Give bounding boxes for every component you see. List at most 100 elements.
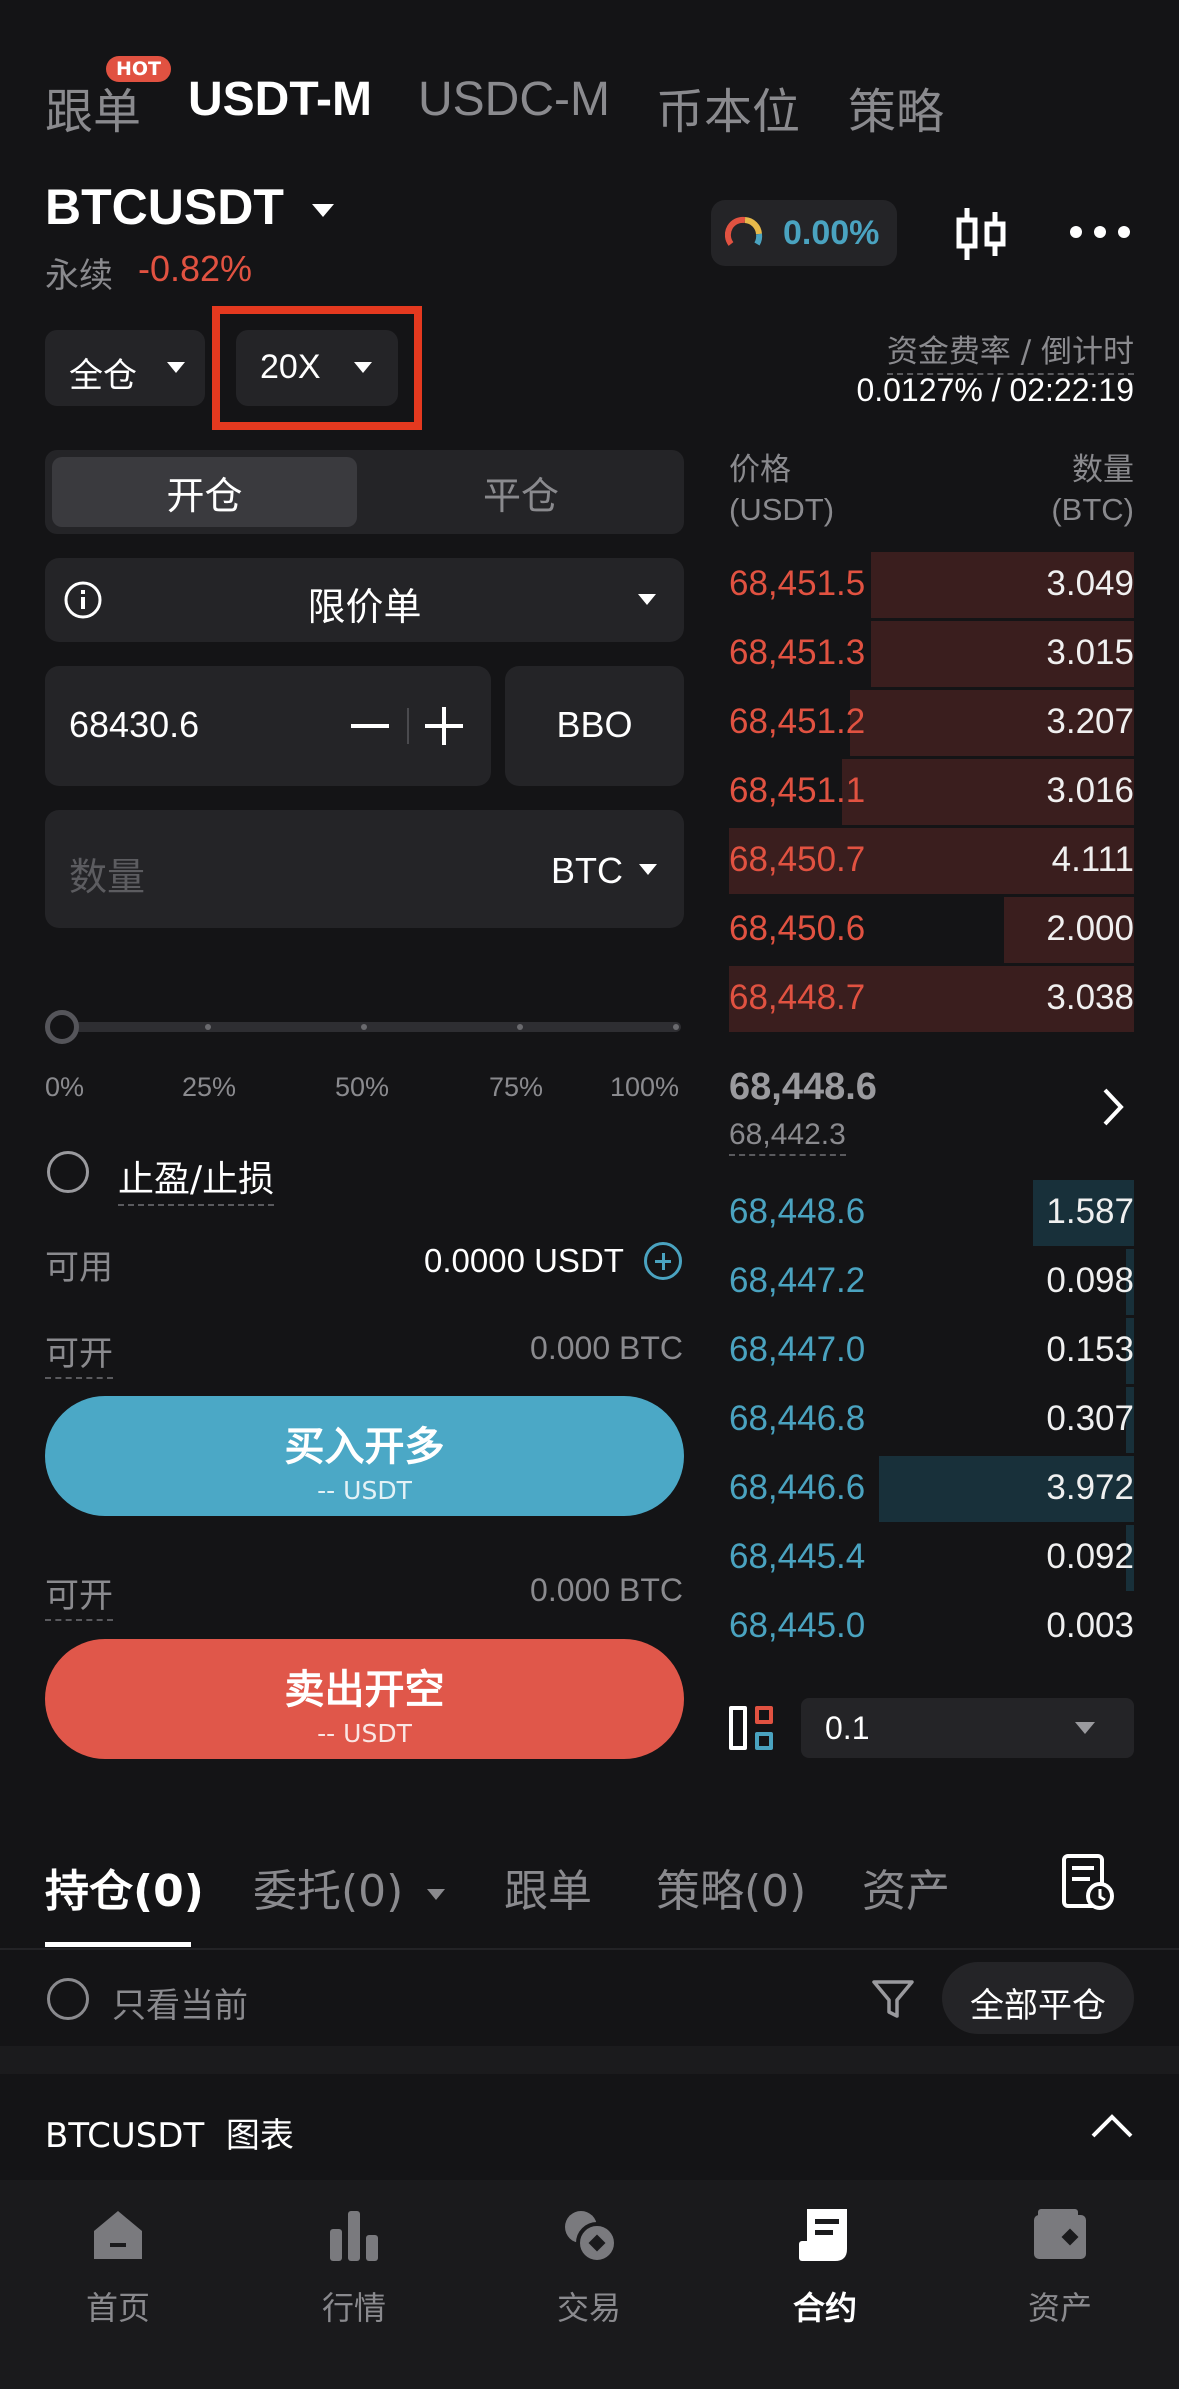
bid-row[interactable]: 68,446.6 3.972: [729, 1456, 1134, 1522]
minus-icon[interactable]: [351, 724, 389, 728]
orderbook-price-header: 价格 (USDT): [729, 450, 834, 530]
order-type-dropdown[interactable]: 限价单: [45, 558, 684, 642]
orderbook-qty-header: 数量 (BTC): [1051, 450, 1134, 530]
quantity-input[interactable]: 数量 BTC: [45, 810, 684, 928]
quantity-unit[interactable]: BTC: [551, 850, 623, 892]
chevron-right-icon[interactable]: [1100, 1086, 1126, 1128]
ask-row[interactable]: 68,448.7 3.038: [729, 966, 1134, 1032]
wallet-icon: [1034, 2209, 1086, 2259]
filter-icon[interactable]: [870, 1976, 916, 2022]
ask-price: 68,448.7: [729, 978, 866, 1017]
precision-dropdown[interactable]: 0.1: [801, 1698, 1134, 1758]
tab-coin-m[interactable]: 币本位: [656, 72, 800, 142]
more-options-icon[interactable]: [1070, 226, 1130, 240]
nav-trade[interactable]: 交易: [509, 2205, 669, 2329]
bid-qty: 0.153: [1046, 1330, 1134, 1369]
stepper-divider: [407, 708, 409, 744]
home-icon: [94, 2211, 142, 2259]
qty-header: 数量: [1072, 452, 1134, 488]
tab-copy-orders[interactable]: 跟单: [504, 1855, 592, 1919]
bid-qty: 0.092: [1046, 1537, 1134, 1576]
nav-home[interactable]: 首页: [38, 2205, 198, 2329]
chevron-down-icon: [639, 864, 657, 875]
tab-assets[interactable]: 资产: [862, 1855, 950, 1919]
price-input[interactable]: 68430.6: [45, 666, 491, 786]
order-history-icon[interactable]: [1060, 1852, 1116, 1912]
orderbook-layout-icon[interactable]: [729, 1702, 779, 1752]
slider-handle[interactable]: [45, 1010, 79, 1044]
tab-positions[interactable]: 持仓(0): [45, 1855, 204, 1919]
tab-usdc-m[interactable]: USDC-M: [418, 72, 610, 127]
tab-usdt-m[interactable]: USDT-M: [188, 72, 372, 127]
plus-icon-vertical: [442, 707, 446, 745]
sell-short-button[interactable]: 卖出开空 -- USDT: [45, 1639, 684, 1759]
tp-sl-radio[interactable]: [47, 1151, 89, 1193]
bid-row[interactable]: 68,446.8 0.307: [729, 1387, 1134, 1453]
nav-futures[interactable]: 合约: [745, 2205, 905, 2329]
transfer-plus-icon[interactable]: [644, 1242, 682, 1280]
price-input-value: 68430.6: [69, 704, 200, 745]
tabs-divider: [0, 1948, 1179, 1950]
tp-sl-label[interactable]: 止盈/止损: [118, 1150, 275, 1206]
bbo-button[interactable]: BBO: [505, 666, 684, 786]
can-open-long-label[interactable]: 可开: [45, 1326, 113, 1379]
bid-row[interactable]: 68,448.6 1.587: [729, 1180, 1134, 1246]
bid-row[interactable]: 68,445.0 0.003: [729, 1594, 1134, 1660]
margin-mode-label: 全仓: [69, 356, 137, 396]
bbo-label: BBO: [556, 704, 633, 745]
change-percent: -0.82%: [138, 248, 253, 289]
bid-row[interactable]: 68,447.0 0.153: [729, 1318, 1134, 1384]
slider-tick-50: 50%: [335, 1072, 390, 1102]
market-icon: [330, 2211, 378, 2261]
ask-row[interactable]: 68,451.2 3.207: [729, 690, 1134, 756]
sentiment-gauge[interactable]: 0.00%: [711, 200, 897, 266]
bid-row[interactable]: 68,445.4 0.092: [729, 1525, 1134, 1591]
close-all-button[interactable]: 全部平仓: [942, 1962, 1134, 2034]
can-open-short-label[interactable]: 可开: [45, 1568, 113, 1621]
ask-row[interactable]: 68,451.3 3.015: [729, 621, 1134, 687]
open-close-segment: 开仓 平仓: [45, 450, 684, 534]
nav-market[interactable]: 行情: [274, 2205, 434, 2329]
nav-assets[interactable]: 资产: [980, 2205, 1140, 2329]
funding-rate-value: 0.0127% / 02:22:19: [856, 372, 1134, 408]
nav-futures-label: 合约: [792, 2289, 857, 2327]
slider-tick-25: 25%: [182, 1072, 237, 1102]
contract-type: 永续: [45, 256, 113, 296]
ask-row[interactable]: 68,450.6 2.000: [729, 897, 1134, 963]
sell-short-sub: -- USDT: [317, 1719, 412, 1748]
bid-price: 68,445.0: [729, 1606, 866, 1645]
ask-row[interactable]: 68,451.1 3.016: [729, 759, 1134, 825]
ask-row[interactable]: 68,451.5 3.049: [729, 552, 1134, 618]
section-divider: [0, 2046, 1179, 2074]
leverage-dropdown[interactable]: 20X: [236, 330, 398, 406]
chevron-up-icon[interactable]: [1090, 2112, 1134, 2140]
ask-row[interactable]: 68,450.7 4.111: [729, 828, 1134, 894]
chevron-down-icon: [427, 1888, 446, 1900]
mark-price[interactable]: 68,442.3: [729, 1118, 846, 1156]
available-label: 可用: [45, 1248, 113, 1288]
bid-qty: 0.307: [1046, 1399, 1134, 1438]
buy-long-button[interactable]: 买入开多 -- USDT: [45, 1396, 684, 1516]
ask-qty: 2.000: [1046, 909, 1134, 948]
slider-tick-0: 0%: [45, 1072, 85, 1102]
margin-mode-dropdown[interactable]: 全仓: [45, 330, 205, 406]
bid-row[interactable]: 68,447.2 0.098: [729, 1249, 1134, 1315]
tab-strategy[interactable]: 策略: [848, 72, 944, 142]
sell-short-label: 卖出开空: [284, 1667, 445, 1713]
ask-price: 68,450.7: [729, 840, 866, 879]
symbol-selector[interactable]: BTCUSDT: [45, 178, 334, 236]
buy-long-sub: -- USDT: [317, 1476, 412, 1505]
only-current-radio[interactable]: [47, 1978, 89, 2020]
tab-strategy-orders[interactable]: 策略(0): [656, 1855, 806, 1919]
gauge-value: 0.00%: [783, 214, 880, 252]
tab-copy-trade[interactable]: 跟单: [45, 72, 141, 142]
price-header: 价格: [729, 452, 791, 488]
tab-close-position[interactable]: 平仓: [365, 457, 677, 527]
tab-orders[interactable]: 委托(0): [253, 1855, 446, 1919]
amount-slider[interactable]: [45, 1010, 684, 1044]
candlestick-chart-icon[interactable]: [954, 206, 1008, 262]
tab-open-position[interactable]: 开仓: [52, 457, 357, 527]
last-price: 68,448.6: [729, 1066, 877, 1108]
chart-section-title[interactable]: BTCUSDT 图表: [45, 2108, 294, 2157]
funding-rate-label[interactable]: 资金费率 / 倒计时: [886, 326, 1134, 375]
